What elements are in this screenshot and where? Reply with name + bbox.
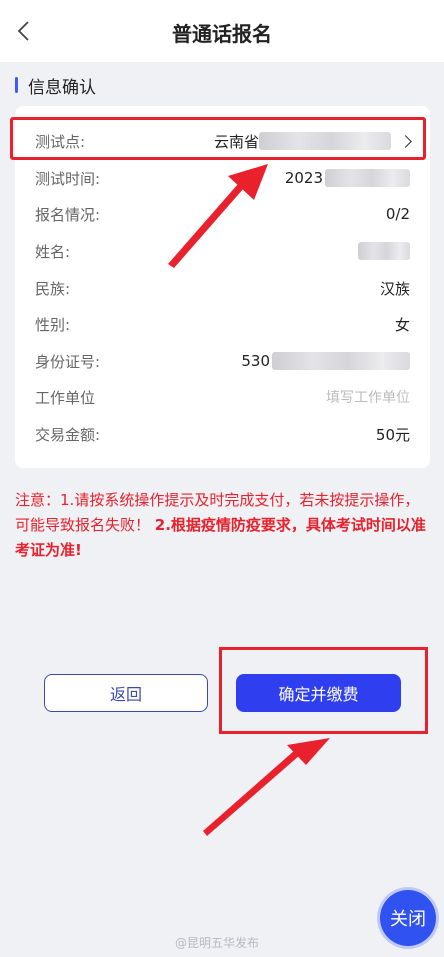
- row-amount: 交易金额: 50元: [35, 422, 410, 446]
- row-value: 女: [394, 315, 410, 334]
- test-site-highlight: [10, 117, 426, 160]
- info-card: 测试点: 云南省 测试时间: 2023 报名情况: 0/2 姓名: 民族: 汉族…: [15, 106, 430, 468]
- notice-prefix: 注意：: [15, 491, 61, 509]
- blurred-text: [358, 242, 410, 260]
- watermark: @昆明五华发布: [175, 936, 260, 950]
- row-label: 测试时间:: [35, 169, 101, 188]
- row-label: 姓名:: [35, 242, 71, 261]
- row-label: 报名情况:: [35, 205, 101, 224]
- page-title: 普通话报名: [172, 22, 272, 46]
- row-gender: 性别: 女: [35, 312, 410, 336]
- row-value: 0/2: [385, 205, 410, 223]
- row-value: 50元: [375, 425, 410, 444]
- row-id-number: 身份证号: 530: [35, 349, 410, 373]
- row-label: 交易金额:: [35, 425, 101, 444]
- confirm-highlight: [219, 647, 428, 734]
- row-value: 530: [241, 352, 410, 370]
- section-title: 信息确认: [28, 77, 96, 98]
- arrow-up-icon: [203, 738, 330, 836]
- row-label: 身份证号:: [35, 352, 101, 371]
- notice-text: 注意：1.请按系统操作提示及时完成支付，若未按提示操作，可能导致报名失败！ 2.…: [15, 488, 429, 563]
- back-button[interactable]: 返回: [44, 674, 208, 712]
- blurred-text: [325, 169, 410, 187]
- row-test-time: 测试时间: 2023: [35, 166, 410, 190]
- test-time-value: 2023: [284, 169, 323, 187]
- row-work-unit[interactable]: 工作单位 填写工作单位: [35, 385, 410, 409]
- section-accent-bar: [15, 77, 18, 93]
- row-ethnicity: 民族: 汉族: [35, 276, 410, 300]
- close-button[interactable]: 关闭: [380, 890, 436, 946]
- row-value: [358, 242, 410, 260]
- row-registration-status: 报名情况: 0/2: [35, 202, 410, 226]
- blurred-text: [272, 352, 410, 370]
- row-label: 工作单位: [35, 388, 96, 407]
- work-unit-input[interactable]: 填写工作单位: [326, 387, 410, 407]
- row-value: 汉族: [379, 279, 410, 298]
- row-label: 民族:: [35, 279, 71, 298]
- row-label: 性别:: [35, 315, 71, 334]
- section-header: 信息确认: [15, 74, 96, 98]
- app-header: 普通话报名: [0, 0, 444, 62]
- id-number-value: 530: [241, 352, 270, 370]
- row-name: 姓名:: [35, 239, 410, 263]
- row-value: 2023: [285, 169, 410, 187]
